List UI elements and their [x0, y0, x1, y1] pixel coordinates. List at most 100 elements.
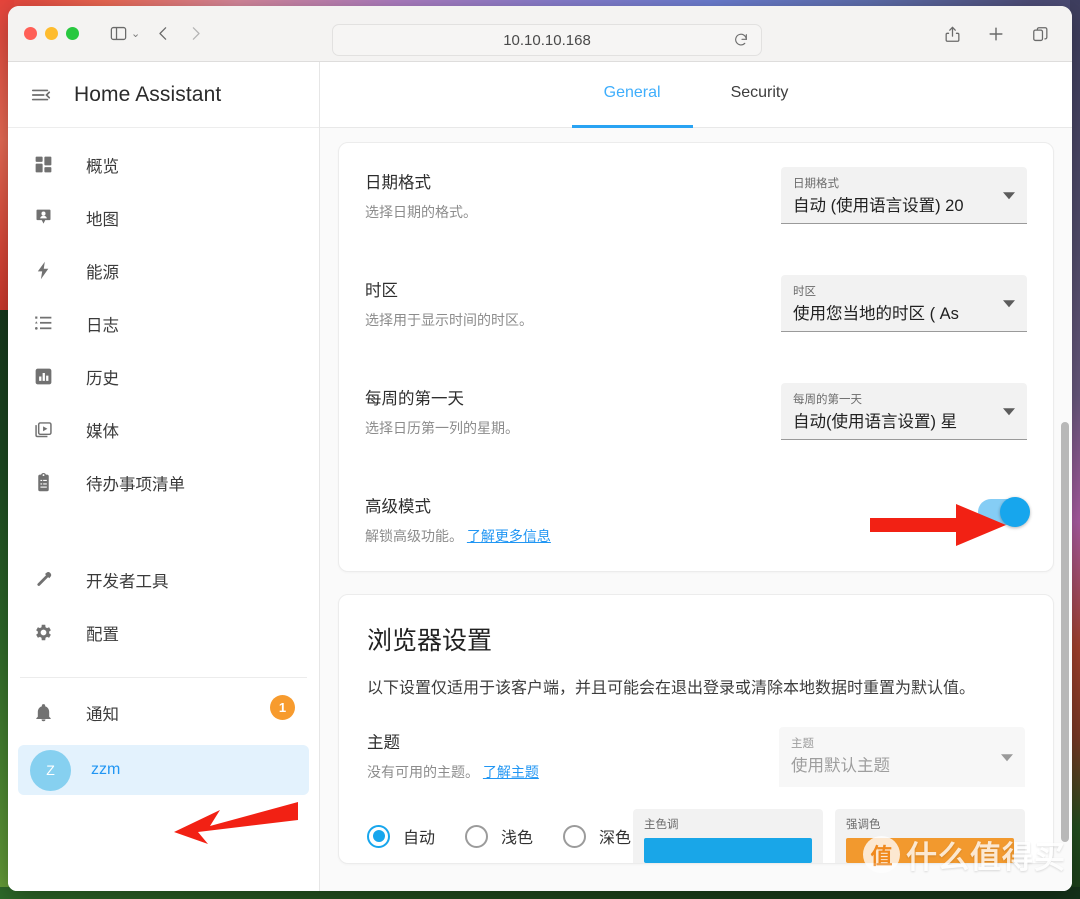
select-floating-label: 时区 [793, 286, 816, 298]
plus-icon[interactable] [982, 20, 1010, 48]
select-value: 使用默认主题 [791, 757, 890, 775]
map-marker-account-icon [30, 207, 56, 228]
setting-row-first-day-of-week: 每周的第一天 选择日历第一列的星期。 每周的第一天 自动(使用语言设置) 星 [339, 359, 1053, 467]
sidebar-item-user-profile[interactable]: Z zzm [18, 745, 309, 795]
setting-row-timezone: 时区 选择用于显示时间的时区。 时区 使用您当地的时区 ( As [339, 251, 1053, 359]
address-bar-text: 10.10.10.168 [503, 31, 591, 49]
sidebar-nav-list: 概览 地图 能源 日志 历史 媒体 待办事项清单 开发者工具 配置 [8, 128, 319, 659]
row-description: 选择日期的格式。 [365, 204, 477, 220]
sidebar-item-todo[interactable]: 待办事项清单 [8, 456, 319, 509]
sidebar-item-settings[interactable]: 配置 [8, 606, 319, 659]
sidebar-user-label: zzm [91, 761, 121, 778]
select-floating-label: 每周的第一天 [793, 394, 862, 406]
browser-toolbar: ⌄ 10.10.10.168 [8, 6, 1072, 62]
learn-themes-link[interactable]: 了解主题 [483, 764, 539, 780]
date-format-select[interactable]: 日期格式 自动 (使用语言设置) 20 [781, 167, 1027, 224]
timezone-select[interactable]: 时区 使用您当地的时区 ( As [781, 275, 1027, 332]
sidebar-item-map[interactable]: 地图 [8, 191, 319, 244]
sidebar-item-logbook[interactable]: 日志 [8, 297, 319, 350]
chevron-down-icon [1003, 408, 1015, 416]
sidebar-item-label: 日志 [86, 316, 119, 335]
radio-option-dark[interactable]: 深色 [563, 824, 631, 848]
sidebar-item-overview[interactable]: 概览 [8, 138, 319, 191]
reload-icon[interactable] [733, 32, 749, 48]
sidebar-item-label: 待办事项清单 [86, 475, 185, 494]
radio-indicator [563, 824, 587, 848]
radio-option-auto[interactable]: 自动 [367, 824, 435, 848]
main-content: General Security 日期格式 选择日期的格式。 日期格式 自动 (… [320, 62, 1072, 891]
share-icon[interactable] [938, 20, 966, 48]
theme-select[interactable]: 主题 使用默认主题 [779, 727, 1025, 787]
select-value: 自动 (使用语言设置) 20 [793, 197, 964, 215]
setting-row-theme: 主题 没有可用的主题。 了解主题 主题 使用默认主题 [339, 701, 1053, 787]
select-value: 使用您当地的时区 ( As [793, 305, 959, 323]
sidebar-item-media[interactable]: 媒体 [8, 403, 319, 456]
sidebar-item-label: 媒体 [86, 422, 119, 441]
lightning-bolt-icon [30, 260, 56, 281]
settings-scroll-area[interactable]: 日期格式 选择日期的格式。 日期格式 自动 (使用语言设置) 20 时区 选择用 [320, 128, 1072, 891]
toolbar-actions [938, 20, 1054, 48]
browser-settings-card: 浏览器设置 以下设置仅适用于该客户端，并且可能会在退出登录或清除本地数据时重置为… [338, 594, 1054, 864]
sidebar-item-label: 配置 [86, 625, 119, 644]
row-description-text: 没有可用的主题。 [367, 764, 479, 780]
tab-security[interactable]: Security [731, 62, 789, 128]
sidebar-item-label: 通知 [86, 705, 119, 724]
clipboard-list-icon [30, 472, 56, 493]
sidebar-header: Home Assistant [8, 62, 319, 128]
toggle-knob [1000, 497, 1030, 527]
sidebar-item-developer-tools[interactable]: 开发者工具 [8, 553, 319, 606]
sidebar-item-label: 开发者工具 [86, 572, 169, 591]
sidebar-item-energy[interactable]: 能源 [8, 244, 319, 297]
row-title: 主题 [367, 734, 400, 752]
first-day-of-week-select[interactable]: 每周的第一天 自动(使用语言设置) 星 [781, 383, 1027, 440]
forward-arrow-icon[interactable] [180, 19, 210, 49]
dashboard-icon [30, 154, 56, 175]
theme-mode-row: 自动 浅色 深色 主色调 强调色 [339, 787, 1053, 863]
setting-row-date-format: 日期格式 选择日期的格式。 日期格式 自动 (使用语言设置) 20 [339, 143, 1053, 251]
select-floating-label: 主题 [791, 738, 814, 750]
back-arrow-icon[interactable] [148, 19, 178, 49]
vertical-scrollbar[interactable] [1061, 422, 1069, 842]
row-text: 每周的第一天 选择日历第一列的星期。 [365, 383, 781, 439]
color-swatches: 主色调 强调色 [633, 809, 1025, 863]
radio-option-light[interactable]: 浅色 [465, 824, 533, 848]
maximize-window-button[interactable] [66, 27, 79, 40]
radio-label: 自动 [403, 830, 436, 847]
chevron-down-icon [1003, 192, 1015, 200]
minimize-window-button[interactable] [45, 27, 58, 40]
navigation-buttons: ⌄ [103, 19, 210, 49]
radio-indicator [465, 824, 489, 848]
notification-badge: 1 [270, 695, 295, 720]
sidebar-item-label: 地图 [86, 210, 119, 229]
row-text: 时区 选择用于显示时间的时区。 [365, 275, 781, 331]
row-text: 高级模式 解锁高级功能。 了解更多信息 [365, 491, 978, 547]
sidebar-item-notifications[interactable]: 通知 1 [8, 686, 319, 739]
accent-color-picker[interactable]: 强调色 [835, 809, 1025, 863]
advanced-mode-toggle[interactable] [978, 497, 1030, 527]
format-list-icon [30, 313, 56, 334]
menu-collapse-icon[interactable] [30, 84, 52, 106]
hammer-icon [30, 569, 56, 590]
row-title: 日期格式 [365, 174, 431, 192]
sidebar-item-label: 能源 [86, 263, 119, 282]
address-bar[interactable]: 10.10.10.168 [332, 24, 762, 56]
swatch-label: 强调色 [846, 819, 881, 831]
close-window-button[interactable] [24, 27, 37, 40]
row-description: 选择日历第一列的星期。 [365, 420, 519, 436]
sidebar-toggle-icon[interactable] [103, 19, 133, 49]
chevron-down-icon[interactable]: ⌄ [131, 27, 140, 40]
setting-row-advanced-mode: 高级模式 解锁高级功能。 了解更多信息 [339, 467, 1053, 571]
primary-color-picker[interactable]: 主色调 [633, 809, 823, 863]
row-description: 选择用于显示时间的时区。 [365, 312, 533, 328]
play-box-multiple-icon [30, 419, 56, 440]
app-title: Home Assistant [74, 82, 222, 106]
row-description: 解锁高级功能。 了解更多信息 [365, 526, 978, 547]
sidebar-item-label: 历史 [86, 369, 119, 388]
sidebar-item-history[interactable]: 历史 [8, 350, 319, 403]
learn-more-link[interactable]: 了解更多信息 [467, 528, 551, 544]
sidebar-footer: 通知 1 Z zzm [8, 686, 319, 795]
swatch-color-bar [644, 838, 812, 863]
row-text: 主题 没有可用的主题。 了解主题 [367, 727, 779, 783]
tab-general[interactable]: General [571, 62, 693, 128]
tab-overview-icon[interactable] [1026, 20, 1054, 48]
